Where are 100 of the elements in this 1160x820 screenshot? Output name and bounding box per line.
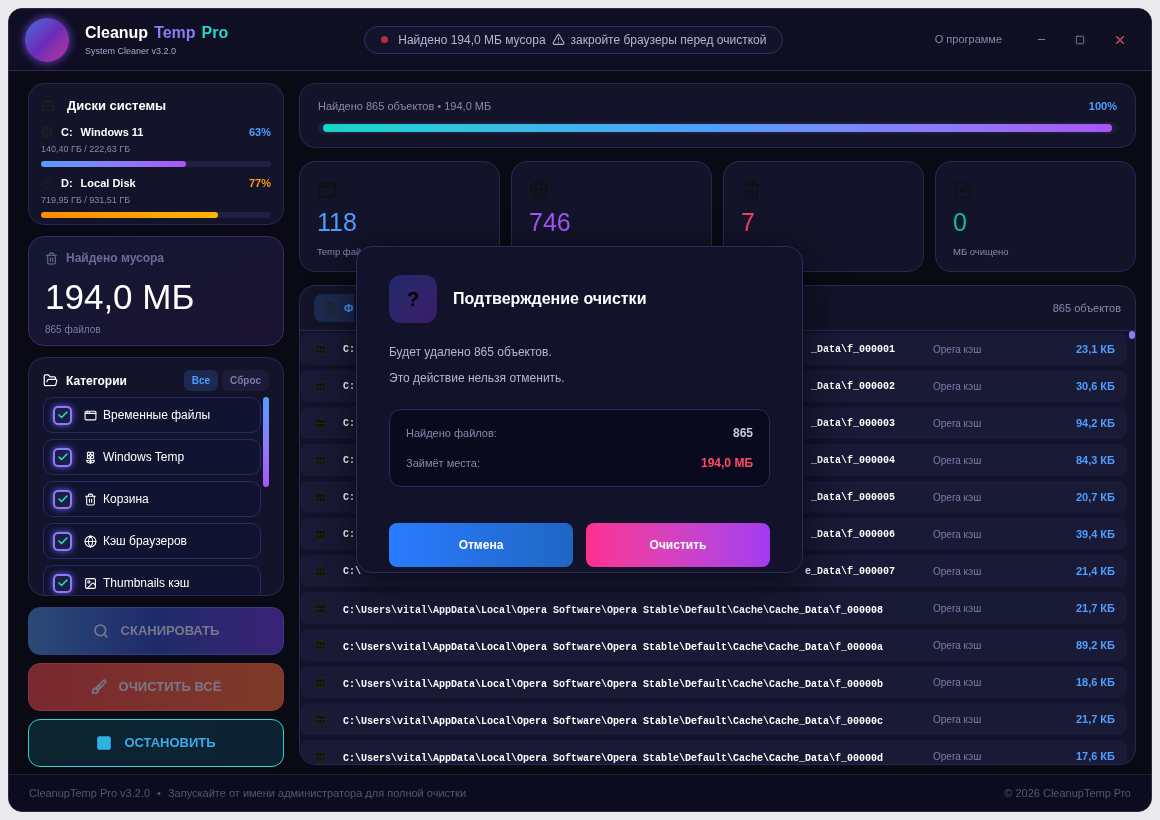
disk-label: Windows 11	[80, 124, 144, 140]
globe-icon	[314, 416, 327, 430]
app-name: Temp	[154, 22, 196, 43]
maximize-icon[interactable]	[1075, 34, 1085, 45]
file-path: C:\Users\vital\AppData\Local\Opera Software\Opera Stable\Default\Cache\Cache_Data\f_00000d	[343, 753, 884, 764]
file-row[interactable]: C:\Users\vital\AppData\Local\Opera Software\Opera Stable\Default\Cache\Cache_Data\f_00000a Opera кэш 89,2 КБ	[300, 629, 1127, 661]
progress-percent: 100%	[1088, 99, 1117, 114]
globe-icon	[314, 601, 327, 615]
globe-icon	[84, 534, 97, 548]
file-size: 23,1 КБ	[1075, 341, 1115, 357]
file-size: 21,7 КБ	[1075, 711, 1115, 727]
globe-icon	[314, 490, 327, 504]
select-all-button[interactable]: Все	[183, 370, 219, 391]
app-subtitle: System Cleaner v3.2.0	[85, 44, 178, 58]
checkbox[interactable]	[53, 447, 72, 467]
file-size: 30,6 КБ	[1075, 378, 1115, 394]
file-path: C:\Users\vital\AppData\Local\Opera Software\Opera Stable\Default\Cache\Cache_Data\f_00000c	[343, 716, 884, 727]
file-category: Opera кэш	[933, 749, 982, 764]
disks-title: Диски системы	[67, 97, 167, 115]
disk-usage: 719,95 ГБ / 931,51 ГБ	[41, 194, 132, 207]
category-item[interactable]: Кэш браузеров	[43, 523, 261, 559]
globe-icon	[314, 638, 327, 652]
file-size: 94,2 КБ	[1075, 415, 1115, 431]
about-link[interactable]: О программе	[934, 31, 1002, 48]
category-item[interactable]: Windows Temp	[43, 439, 261, 475]
file-category: Opera кэш	[933, 675, 982, 690]
checkbox[interactable]	[53, 405, 72, 425]
brush-icon	[90, 679, 107, 695]
file-row[interactable]: C:\Users\vital\AppData\Local\Opera Software\Opera Stable\Default\Cache\Cache_Data\f_000008 Opera кэш 21,7 КБ	[300, 592, 1127, 624]
file-category: Opera кэш	[933, 712, 982, 727]
progress-text: Найдено 865 объектов • 194,0 МБ	[318, 99, 492, 114]
checkbox[interactable]	[53, 531, 72, 551]
file-path: C:\Users\vital\AppData\Local\Opera Software\Opera Stable\Default\Cache\Cache_Data\f_000008	[343, 605, 884, 616]
cancel-button[interactable]: Отмена	[389, 523, 573, 567]
summary-label: Найдено файлов:	[406, 425, 497, 441]
category-item[interactable]: Корзина	[43, 481, 261, 517]
category-label: Корзина	[103, 491, 149, 508]
footer-hint: Запускайте от имени администратора для полной очистки	[167, 785, 467, 801]
trash-icon	[741, 180, 761, 200]
file-category: Opera кэш	[933, 416, 982, 431]
file-category: Opera кэш	[933, 638, 982, 653]
stat-value: 0	[953, 210, 968, 235]
file-size: 84,3 КБ	[1075, 452, 1115, 468]
globe-icon	[314, 342, 327, 356]
disk-percent: 77%	[248, 175, 271, 191]
check-icon	[56, 577, 69, 589]
file-path: C:	[343, 342, 355, 357]
file-path: C:	[343, 416, 355, 431]
checkbox[interactable]	[53, 489, 72, 509]
file-row[interactable]: C:\Users\vital\AppData\Local\Opera Software\Opera Stable\Default\Cache\Cache_Data\f_00000c Opera кэш 21,7 КБ	[300, 703, 1127, 735]
file-path: _Data\f_000004	[811, 453, 895, 468]
confirm-button[interactable]: Очистить	[586, 523, 770, 567]
file-row[interactable]: C:\Users\vital\AppData\Local\Opera Software\Opera Stable\Default\Cache\Cache_Data\f_00000d Opera кэш 17,6 КБ	[300, 740, 1127, 764]
file-category: Opera кэш	[933, 342, 982, 357]
categories-title: Категории	[66, 372, 127, 390]
file-category: Opera кэш	[933, 601, 982, 616]
action-button[interactable]: ОСТАНОВИТЬ	[28, 719, 284, 767]
file-path: _Data\f_000006	[811, 527, 895, 542]
footer-version: CleanupTemp Pro v3.2.0	[29, 785, 151, 801]
check-icon	[56, 451, 69, 463]
globe-icon	[529, 180, 549, 200]
warning-icon	[551, 33, 565, 46]
file-path: _Data\f_000005	[811, 490, 895, 505]
stat-value: 118	[317, 210, 358, 235]
status-text: закройте браузеры перед очисткой	[570, 31, 767, 49]
stat-label: МБ очищено	[953, 245, 1010, 259]
reset-button[interactable]: Сброс	[222, 370, 269, 391]
dialog-message: Будет удалено 865 объектов.	[389, 344, 553, 361]
junk-title: Найдено мусора	[66, 250, 165, 267]
file-category: Opera кэш	[933, 490, 982, 505]
scrollbar-thumb	[1129, 331, 1135, 339]
file-size: 21,4 КБ	[1075, 563, 1115, 579]
file-path: C:	[343, 527, 355, 542]
category-label: Thumbnails кэш	[103, 575, 190, 592]
file-path: C:	[343, 490, 355, 505]
summary-label: Займёт места:	[406, 455, 480, 471]
clipboard-icon	[324, 302, 336, 314]
file-category: Opera кэш	[933, 527, 982, 542]
globe-icon	[314, 712, 327, 726]
window-icon	[84, 408, 97, 422]
checkbox[interactable]	[53, 573, 72, 593]
question-badge: ?	[389, 275, 437, 323]
category-label: Windows Temp	[103, 449, 185, 466]
checkbox-icon	[953, 180, 973, 200]
file-category: Opera кэш	[933, 453, 982, 468]
category-label: Временные файлы	[103, 407, 211, 424]
category-item[interactable]: Thumbnails кэш	[43, 565, 261, 595]
file-path: C:	[343, 453, 355, 468]
file-size: 18,6 КБ	[1075, 674, 1115, 690]
disk-letter: D:	[61, 175, 73, 191]
files-count: 865 объектов	[1052, 300, 1121, 316]
files-tab[interactable]: Ф	[314, 294, 355, 322]
dialog-title: Подтверждение очистки	[453, 289, 647, 309]
file-size: 17,6 КБ	[1075, 748, 1115, 764]
stat-value: 746	[529, 210, 572, 235]
file-category: Opera кэш	[933, 379, 982, 394]
category-item[interactable]: Временные файлы	[43, 397, 261, 433]
file-size: 39,4 КБ	[1075, 526, 1115, 542]
file-row[interactable]: C:\Users\vital\AppData\Local\Opera Software\Opera Stable\Default\Cache\Cache_Data\f_00000b Opera кэш 18,6 КБ	[300, 666, 1127, 698]
file-category: Opera кэш	[933, 564, 982, 579]
